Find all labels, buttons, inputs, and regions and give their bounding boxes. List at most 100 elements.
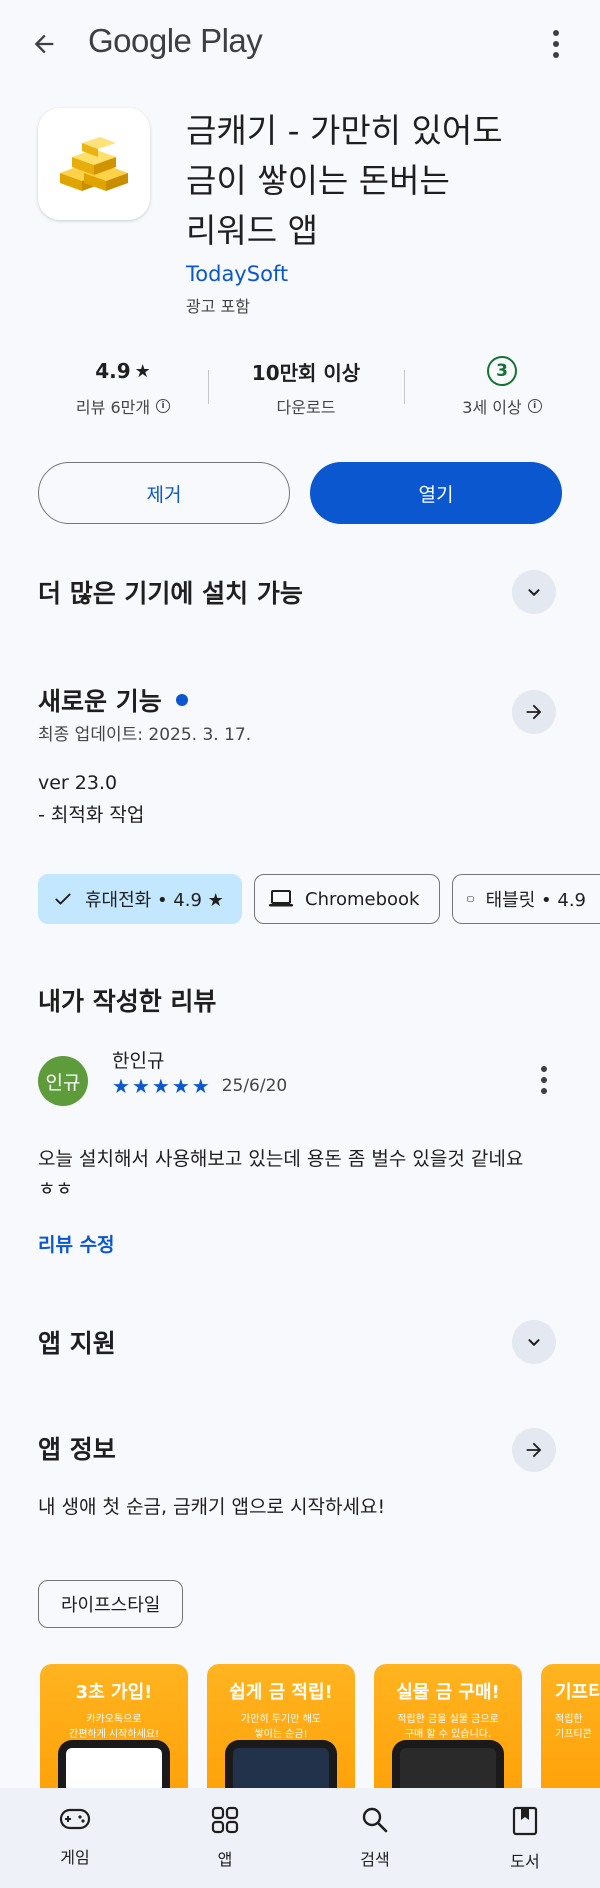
info-icon: i (156, 399, 171, 413)
more-options-button[interactable] (536, 22, 576, 66)
screenshot-subtext-line: 가만히 두기만 해도 (241, 1714, 321, 1725)
version-text: ver 23.0 (38, 772, 118, 794)
bookmark-icon (512, 1806, 538, 1836)
top-app-bar: Google Play (0, 0, 600, 90)
nav-games[interactable]: 게임 (0, 1788, 150, 1888)
app-info-arrow-button[interactable] (512, 1428, 556, 1472)
chevron-down-icon (528, 589, 540, 596)
nav-search[interactable]: 검색 (300, 1788, 450, 1888)
rating-value: 4.9 (95, 359, 131, 383)
bottom-navigation: 게임 앱 검색 도서 (0, 1788, 600, 1888)
more-vert-dot (553, 52, 559, 58)
downloads-label: 다운로드 (276, 398, 336, 417)
age-rating-stat[interactable]: 3 3세 이상 i (412, 356, 592, 418)
screenshot-subtext: 가만히 두기만 해도 쌓이는 순금! (207, 1712, 355, 1742)
chip-phone[interactable]: 휴대전화 • 4.9 ★ (38, 874, 242, 924)
downloads-stat: 10만회 이상 다운로드 (216, 356, 396, 418)
screenshot-subtext-line: 기프티콘 (555, 1729, 592, 1740)
uninstall-button[interactable]: 제거 (38, 462, 290, 524)
last-updated-label: 최종 업데이트: 2025. 3. 17. (38, 725, 252, 745)
chip-tablet[interactable]: 태블릿 • 4.9 (452, 874, 600, 924)
screenshot-subtext-line: 카카오톡으로 (86, 1714, 142, 1725)
star-icon: ★ (131, 1074, 150, 1098)
more-vert-icon (541, 1066, 547, 1072)
release-note: - 최적화 작업 (38, 804, 145, 826)
app-description: 내 생애 첫 순금, 금캐기 앱으로 시작하세요! (38, 1496, 386, 1518)
category-chip[interactable]: 라이프스타일 (38, 1580, 184, 1628)
stat-divider (208, 370, 209, 404)
star-icon: ★ (171, 1074, 190, 1098)
nav-books[interactable]: 도서 (450, 1788, 600, 1888)
info-icon: i (527, 399, 542, 413)
rating-stat[interactable]: 4.9 ★ 리뷰 6만개 i (38, 356, 208, 418)
review-more-button[interactable] (524, 1058, 564, 1102)
app-icon (38, 108, 150, 220)
gold-bars-icon (60, 137, 128, 191)
more-vert-icon (553, 30, 559, 36)
star-icon: ★ (112, 1074, 130, 1098)
google-play-wordmark: Google Play (88, 22, 263, 59)
search-icon (362, 1807, 388, 1833)
contains-ads-label: 광고 포함 (186, 297, 250, 316)
rating-count-label: 리뷰 6만개 (75, 398, 151, 417)
screenshot-headline: 실물 금 구매! (396, 1682, 500, 1703)
new-indicator-dot (175, 694, 188, 706)
downloads-value: 10만회 이상 (251, 360, 361, 385)
review-stars: ★ ★ ★ ★ ★ (112, 1076, 210, 1096)
my-review-title: 내가 작성한 리뷰 (38, 987, 217, 1016)
age-rating-label: 3세 이상 (462, 398, 522, 417)
laptop-icon (269, 890, 293, 907)
screenshot-headline: 쉽게 금 적립! (229, 1682, 333, 1703)
star-icon: ★ (191, 1074, 210, 1098)
screenshot-subtext: 적립한기프티콘 (541, 1712, 600, 1742)
nav-games-label: 게임 (60, 1848, 90, 1867)
star-icon: ★ (134, 360, 151, 382)
open-button[interactable]: 열기 (310, 462, 562, 524)
screenshot-subtext-line: 적립한 (555, 1714, 583, 1725)
app-support-title: 앱 지원 (38, 1329, 116, 1358)
whats-new-header: 새로운 기능 (38, 682, 188, 718)
age-rating-badge: 3 (487, 356, 517, 386)
app-title: 금캐기 - 가만히 있어도 금이 쌓이는 돈버는 리워드 앱 (186, 106, 576, 256)
review-text-line: 오늘 설치해서 사용해보고 있는데 용돈 좀 벌수 있을것 같네요 (38, 1148, 524, 1170)
expand-button[interactable] (512, 570, 556, 614)
more-vert-dot (553, 41, 559, 47)
check-icon (55, 893, 71, 905)
developer-link[interactable]: TodaySoft (186, 262, 288, 286)
tablet-icon (467, 896, 474, 902)
more-devices-title: 더 많은 기기에 설치 가능 (38, 579, 303, 608)
nav-books-label: 도서 (510, 1852, 540, 1871)
app-support-expand-button[interactable] (512, 1320, 556, 1364)
screenshot-headline: 기프티 (555, 1682, 600, 1703)
chip-chromebook[interactable]: Chromebook (254, 874, 440, 924)
arrow-forward-icon (526, 1442, 542, 1458)
review-text: 오늘 설치해서 사용해보고 있는데 용돈 좀 벌수 있을것 같네요 ㅎㅎ (38, 1144, 578, 1204)
arrow-back-icon (34, 34, 54, 54)
screenshot-subtext: 적립한 금을 실물 금으로 구매 할 수 있습니다. (374, 1712, 522, 1742)
avatar: 인규 (38, 1056, 88, 1106)
nav-search-label: 검색 (360, 1850, 390, 1869)
arrow-forward-icon (526, 704, 542, 720)
chip-tablet-label: 태블릿 • 4.9 (485, 890, 586, 911)
review-author: 한인규 (112, 1050, 165, 1072)
app-title-line: 금캐기 - 가만히 있어도 (186, 111, 503, 150)
stat-divider (404, 370, 405, 404)
nav-apps[interactable]: 앱 (150, 1788, 300, 1888)
review-meta: ★ ★ ★ ★ ★ 25/6/20 (112, 1076, 287, 1096)
back-button[interactable] (22, 22, 66, 66)
review-date: 25/6/20 (221, 1076, 288, 1096)
app-title-line: 금이 쌓이는 돈버는 (186, 161, 450, 200)
app-title-line: 리워드 앱 (186, 211, 318, 250)
chip-chromebook-label: Chromebook (305, 888, 420, 910)
whats-new-arrow-button[interactable] (512, 690, 556, 734)
edit-review-link[interactable]: 리뷰 수정 (38, 1230, 115, 1257)
more-vert-dot (541, 1077, 547, 1083)
star-icon: ★ (151, 1074, 170, 1098)
app-info-title: 앱 정보 (38, 1435, 116, 1464)
apps-grid-icon (211, 1806, 239, 1834)
chip-phone-label: 휴대전화 • 4.9 ★ (85, 890, 224, 911)
nav-apps-label: 앱 (217, 1850, 233, 1869)
chevron-down-icon (528, 1339, 540, 1346)
screenshot-headline: 3초 가입! (75, 1682, 153, 1703)
whats-new-title: 새로운 기능 (38, 687, 162, 716)
